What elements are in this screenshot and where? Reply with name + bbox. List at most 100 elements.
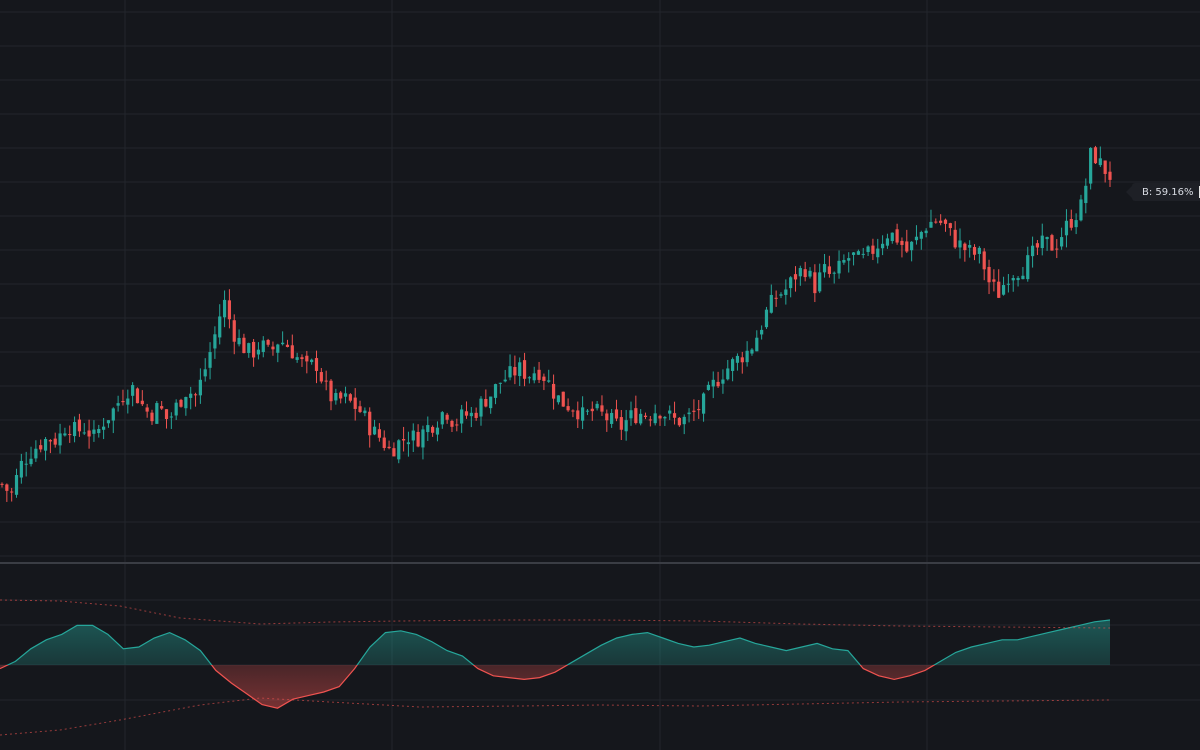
candle-89 (431, 425, 435, 437)
candle-body (1064, 220, 1069, 236)
candle-193 (934, 218, 938, 224)
candle-body (164, 409, 169, 420)
candle-129 (624, 409, 628, 441)
candle-7 (34, 440, 38, 462)
candle-body (39, 445, 43, 450)
candle-211 (1021, 266, 1025, 280)
candle-100 (484, 389, 488, 408)
candle-207 (1001, 276, 1006, 296)
candle-181 (876, 238, 880, 264)
candle-body (106, 420, 111, 424)
candle-90 (435, 421, 440, 442)
candle-body (489, 396, 493, 409)
candle-body (324, 380, 328, 382)
candle-38 (184, 396, 188, 416)
candle-131 (634, 395, 638, 425)
candle-body (285, 344, 290, 347)
candle-body (1079, 199, 1083, 221)
candle-137 (663, 415, 667, 427)
price-chart[interactable] (0, 0, 1200, 750)
candle-body (571, 410, 575, 412)
candle-146 (706, 381, 711, 391)
candle-195 (943, 218, 948, 232)
candle-48 (232, 314, 236, 355)
candle-139 (672, 401, 677, 425)
candle-199 (963, 242, 967, 262)
candle-154 (745, 341, 749, 367)
candle-140 (677, 417, 681, 427)
candle-body (348, 394, 352, 401)
candle-body (871, 245, 875, 254)
candle-64 (310, 358, 314, 365)
candle-body (919, 232, 923, 239)
candle-182 (880, 235, 885, 256)
candle-body (227, 300, 232, 320)
candle-16 (77, 413, 82, 437)
candle-body (276, 344, 280, 353)
candle-69 (334, 388, 338, 405)
candle-216 (1045, 236, 1049, 251)
candle-body (610, 412, 614, 424)
candle-168 (813, 264, 817, 303)
candle-body (890, 232, 894, 242)
candle-132 (639, 409, 643, 426)
candle-179 (866, 245, 870, 257)
candle-body (179, 399, 183, 407)
candle-body (532, 373, 536, 381)
candle-body (1050, 235, 1054, 251)
candle-176 (851, 251, 856, 266)
candle-body (653, 413, 657, 424)
candle-49 (237, 329, 241, 347)
candle-body (648, 419, 652, 421)
pane-separator[interactable] (0, 562, 1200, 564)
candle-144 (697, 399, 701, 419)
candle-53 (256, 342, 261, 360)
candle-body (1021, 275, 1025, 280)
candle-body (880, 243, 885, 249)
candle-body (585, 410, 590, 412)
indicator-value-label: B: 59.16% (1142, 186, 1194, 198)
candle-body (900, 240, 904, 245)
candle-body (24, 463, 28, 465)
candle-153 (740, 351, 744, 374)
candle-body (426, 425, 430, 433)
candle-173 (837, 250, 841, 279)
candle-23 (111, 407, 115, 434)
candle-body (314, 358, 319, 371)
candle-224 (1084, 178, 1088, 214)
candle-184 (890, 232, 894, 244)
candle-body (72, 422, 77, 437)
candle-body (334, 393, 338, 401)
candle-body (0, 483, 4, 485)
candle-202 (977, 246, 981, 264)
candle-body (397, 440, 401, 460)
candle-body (222, 299, 227, 318)
candle-189 (914, 225, 919, 245)
candle-body (5, 484, 9, 491)
candle-197 (953, 221, 957, 249)
candle-198 (958, 228, 962, 259)
candle-body (387, 446, 391, 449)
candle-body (498, 382, 502, 384)
candle-body (847, 258, 851, 261)
candle-body (111, 408, 115, 421)
candle-213 (1030, 236, 1035, 268)
candle-34 (164, 409, 169, 429)
candle-body (624, 420, 628, 432)
candle-body (406, 442, 411, 445)
candle-208 (1006, 274, 1010, 293)
candle-166 (803, 261, 807, 282)
candle-body (677, 417, 681, 426)
candle-101 (489, 396, 493, 414)
candlestick-series (0, 145, 1112, 502)
candle-body (135, 388, 140, 404)
candle-body (160, 406, 164, 409)
candle-212 (1026, 246, 1030, 282)
candle-body (48, 440, 52, 442)
candle-8 (39, 439, 43, 453)
candle-body (1103, 160, 1107, 174)
candle-17 (82, 423, 86, 435)
candle-body (193, 394, 198, 396)
candle-167 (808, 267, 812, 279)
candle-body (605, 413, 609, 421)
